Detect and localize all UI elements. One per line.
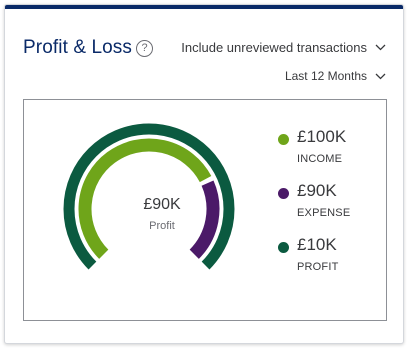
profit-loss-widget: Profit & Loss ? Include unreviewed trans… [4,4,404,344]
profit-center-label: Profit [149,220,175,232]
date-range-label: Last 12 Months [284,69,367,83]
income-value: £100K [297,127,347,146]
profit-center-value: £90K [143,196,181,213]
expense-dot-icon [278,188,289,199]
help-icon[interactable]: ? [136,40,153,57]
expense-label: EXPENSE [297,207,351,219]
card-accent-bar [5,5,403,9]
widget-title: Profit & Loss [23,37,133,58]
expense-arc [189,180,220,259]
review-filter-label: Include unreviewed transactions [181,40,367,55]
chart-panel: £90K Profit £100K INCOME £90K EXPENSE £1… [23,99,387,321]
profit-label: PROFIT [297,261,339,273]
income-dot-icon [278,134,289,145]
profit-value: £10K [297,235,337,254]
profit-dot-icon [278,242,289,253]
review-filter-dropdown[interactable]: Include unreviewed transactions [181,40,386,55]
expense-value: £90K [297,181,337,200]
income-label: INCOME [297,153,343,165]
chevron-down-icon [375,73,386,79]
chevron-down-icon [375,44,386,51]
date-range-dropdown[interactable]: Last 12 Months [285,69,386,83]
